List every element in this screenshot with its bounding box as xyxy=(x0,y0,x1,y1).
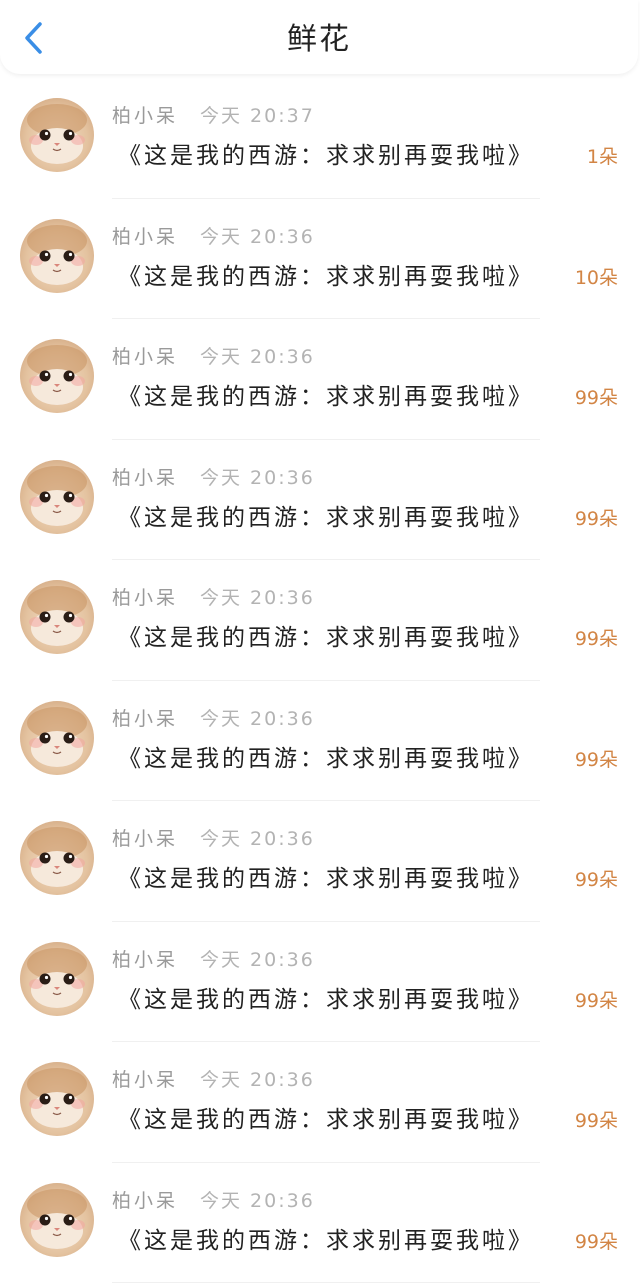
list-item[interactable]: 柏小呆 今天 20:36 《这是我的西游：求求别再耍我啦》 99朵 xyxy=(0,440,640,561)
list-item[interactable]: 柏小呆 今天 20:36 《这是我的西游：求求别再耍我啦》 99朵 xyxy=(0,1042,640,1163)
list-item[interactable]: 柏小呆 今天 20:36 《这是我的西游：求求别再耍我啦》 99朵 xyxy=(0,801,640,922)
list-item[interactable]: 柏小呆 今天 20:36 《这是我的西游：求求别再耍我啦》 99朵 xyxy=(0,922,640,1043)
book-title[interactable]: 《这是我的西游：求求别再耍我啦》 xyxy=(118,863,534,895)
timestamp: 今天 20:36 xyxy=(200,948,315,971)
sender-name: 柏小呆 xyxy=(112,225,179,248)
book-title[interactable]: 《这是我的西游：求求别再耍我啦》 xyxy=(118,381,534,413)
avatar[interactable] xyxy=(20,218,94,293)
page-title: 鲜花 xyxy=(287,22,351,57)
sender-name: 柏小呆 xyxy=(112,1189,179,1212)
book-title[interactable]: 《这是我的西游：求求别再耍我啦》 xyxy=(118,1104,534,1136)
avatar[interactable] xyxy=(20,1182,94,1257)
sender-name: 柏小呆 xyxy=(112,105,179,127)
flower-record-list: 柏小呆 今天 20:37 《这是我的西游：求求别再耍我啦》 1朵 柏小呆 今天 … xyxy=(0,78,640,1283)
cat-avatar-icon xyxy=(27,224,87,285)
timestamp: 今天 20:36 xyxy=(200,707,315,730)
timestamp: 今天 20:36 xyxy=(200,587,315,609)
cat-avatar-icon xyxy=(27,1068,87,1128)
flower-count: 99朵 xyxy=(574,1110,618,1132)
cat-avatar-icon xyxy=(27,1188,87,1249)
sender-name: 柏小呆 xyxy=(112,828,179,850)
avatar[interactable] xyxy=(20,339,94,413)
cat-avatar-icon xyxy=(27,465,87,526)
cat-avatar-icon xyxy=(27,706,87,767)
list-item[interactable]: 柏小呆 今天 20:36 《这是我的西游：求求别再耍我啦》 99朵 xyxy=(0,1163,640,1283)
sender-name: 柏小呆 xyxy=(112,948,179,971)
flower-count: 99朵 xyxy=(574,1230,618,1253)
timestamp: 今天 20:36 xyxy=(200,828,315,850)
sender-name: 柏小呆 xyxy=(112,707,179,730)
flower-count: 99朵 xyxy=(574,628,618,650)
book-title[interactable]: 《这是我的西游：求求别再耍我啦》 xyxy=(118,140,534,172)
avatar[interactable] xyxy=(20,580,94,654)
cat-avatar-icon xyxy=(27,104,87,164)
book-title[interactable]: 《这是我的西游：求求别再耍我啦》 xyxy=(118,261,534,293)
flower-count: 99朵 xyxy=(574,387,618,409)
sender-name: 柏小呆 xyxy=(112,587,179,609)
flower-count: 1朵 xyxy=(586,146,618,168)
avatar[interactable] xyxy=(20,821,94,895)
sender-name: 柏小呆 xyxy=(112,1069,179,1091)
avatar[interactable] xyxy=(20,1062,94,1136)
sender-name: 柏小呆 xyxy=(112,466,179,489)
flower-count: 99朵 xyxy=(574,748,618,771)
list-item[interactable]: 柏小呆 今天 20:36 《这是我的西游：求求别再耍我啦》 99朵 xyxy=(0,681,640,802)
cat-avatar-icon xyxy=(27,586,87,646)
timestamp: 今天 20:36 xyxy=(200,466,315,489)
book-title[interactable]: 《这是我的西游：求求别再耍我啦》 xyxy=(118,984,534,1016)
list-item[interactable]: 柏小呆 今天 20:36 《这是我的西游：求求别再耍我啦》 99朵 xyxy=(0,560,640,681)
flower-count: 99朵 xyxy=(574,869,618,891)
book-title[interactable]: 《这是我的西游：求求别再耍我啦》 xyxy=(118,622,534,654)
list-item[interactable]: 柏小呆 今天 20:36 《这是我的西游：求求别再耍我啦》 10朵 xyxy=(0,199,640,320)
timestamp: 今天 20:36 xyxy=(200,1069,315,1091)
avatar[interactable] xyxy=(20,941,94,1016)
flower-count: 99朵 xyxy=(574,507,618,530)
timestamp: 今天 20:37 xyxy=(200,105,315,127)
book-title[interactable]: 《这是我的西游：求求别再耍我啦》 xyxy=(118,502,534,534)
avatar[interactable] xyxy=(20,459,94,534)
list-item[interactable]: 柏小呆 今天 20:36 《这是我的西游：求求别再耍我啦》 99朵 xyxy=(0,319,640,440)
book-title[interactable]: 《这是我的西游：求求别再耍我啦》 xyxy=(118,1225,534,1257)
navigation-bar: 鲜花 xyxy=(0,0,638,74)
timestamp: 今天 20:36 xyxy=(200,225,315,248)
cat-avatar-icon xyxy=(27,947,87,1008)
timestamp: 今天 20:36 xyxy=(200,346,315,368)
sender-name: 柏小呆 xyxy=(112,346,179,368)
cat-avatar-icon xyxy=(27,345,87,405)
timestamp: 今天 20:36 xyxy=(200,1189,315,1212)
avatar[interactable] xyxy=(20,98,94,172)
avatar[interactable] xyxy=(20,700,94,775)
flower-count: 10朵 xyxy=(574,266,618,289)
cat-avatar-icon xyxy=(27,827,87,887)
list-item[interactable]: 柏小呆 今天 20:37 《这是我的西游：求求别再耍我啦》 1朵 xyxy=(0,78,640,199)
flower-count: 99朵 xyxy=(574,989,618,1012)
book-title[interactable]: 《这是我的西游：求求别再耍我啦》 xyxy=(118,743,534,775)
